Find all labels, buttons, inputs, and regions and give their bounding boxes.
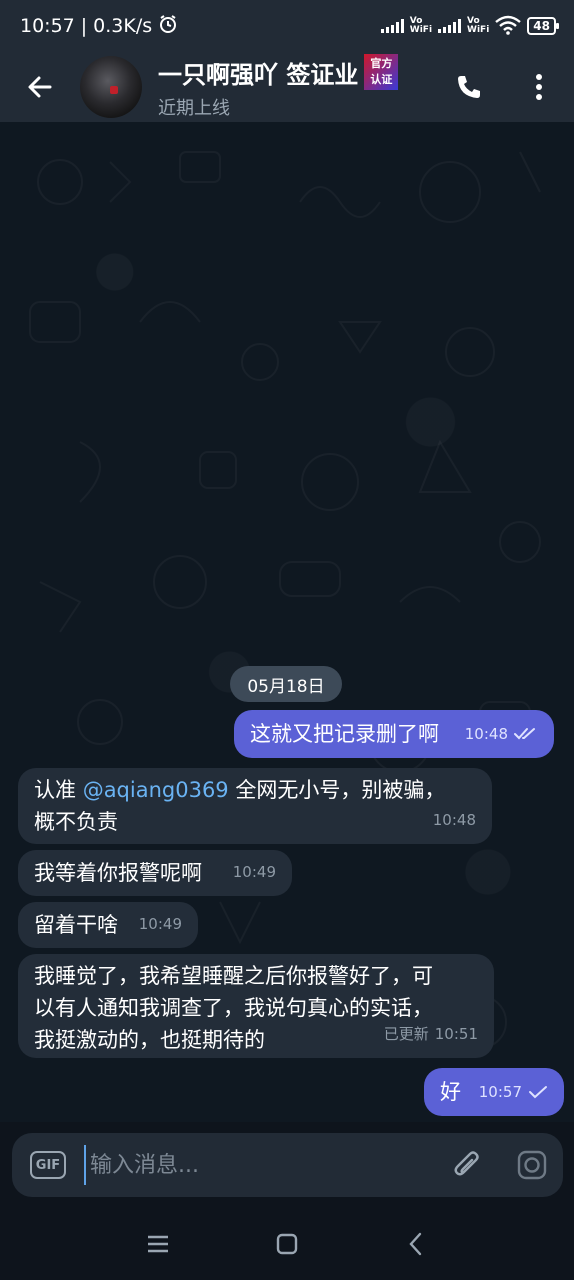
recent-apps-button[interactable] [138,1224,178,1264]
message-text: 好 [440,1080,461,1104]
incoming-message[interactable]: 我睡觉了，我希望睡醒之后你报警好了，可 以有人通知我调查了，我说句真心的实话， … [18,954,494,1058]
message-list[interactable]: 05月18日 这就又把记录删了啊 10:48 认准 @aqiang0369 全网… [0,122,574,1122]
message-text-part: 全网无小号，别被骗， [228,778,446,802]
incoming-message[interactable]: 我等着你报警呢啊 10:49 [18,850,292,896]
message-input[interactable] [84,1145,414,1185]
network-speed: 0.3K/s [93,15,153,37]
attach-button[interactable] [450,1147,486,1183]
mention-link[interactable]: @aqiang0369 [83,778,229,802]
home-square-icon [276,1233,298,1255]
verified-badge: 官方 认证 [364,54,399,90]
vowifi-label: WiFi [467,25,490,35]
badge-text: 官方 [370,57,393,70]
message-composer: GIF [12,1133,563,1197]
message-text: 我等着你报警呢啊 [34,861,202,885]
signal-icon [380,19,404,33]
message-text-line: 概不负责 [34,810,118,834]
incoming-message[interactable]: 认准 @aqiang0369 全网无小号，别被骗， 概不负责 10:48 [18,768,492,844]
wifi-icon [495,15,522,38]
outgoing-message[interactable]: 这就又把记录删了啊 10:48 [234,710,554,758]
message-time: 10:57 [478,1083,522,1101]
more-options-button[interactable] [522,66,556,108]
chat-title[interactable]: 一只啊强吖 签证业 [158,55,358,90]
vowifi-icon: Vo WiFi [467,17,489,35]
camera-icon [517,1150,547,1180]
message-text-line: 我睡觉了，我希望睡醒之后你报警好了，可 [34,964,433,988]
camera-button[interactable] [514,1147,550,1183]
chat-header: 一只啊强吖 签证业 官方 认证 近期上线 [0,52,574,122]
system-back-button[interactable] [396,1224,436,1264]
alarm-icon [158,14,178,39]
home-button[interactable] [267,1224,307,1264]
status-divider: | [80,15,88,37]
message-text: 这就又把记录删了啊 [250,722,439,746]
menu-icon [148,1235,168,1253]
badge-text: 认证 [370,73,393,86]
status-bar: 10:57 | 0.3K/s Vo WiFi Vo WiFi 48 [0,0,574,52]
paperclip-icon [454,1151,479,1176]
avatar[interactable] [80,56,142,118]
message-time: 10:49 [232,863,276,881]
chevron-left-icon [409,1232,422,1256]
signal-icon [438,19,462,33]
status-time: 10:57 [20,15,75,37]
system-nav-bar [0,1206,574,1280]
message-text-part: 认准 [34,778,83,802]
date-separator: 05月18日 [230,666,342,702]
double-check-icon [514,728,535,740]
call-button[interactable] [448,66,490,108]
edited-label: 已更新 [383,1025,429,1043]
back-arrow-icon [28,76,52,98]
outgoing-message[interactable]: 好 10:57 [424,1068,564,1116]
back-button[interactable] [0,52,80,122]
message-time: 10:48 [432,811,476,829]
message-text: 认准 @aqiang0369 全网无小号，别被骗， [34,774,476,806]
vowifi-label: WiFi [409,25,433,35]
message-time: 10:51 [434,1025,478,1043]
phone-icon [458,76,480,98]
last-seen-status: 近期上线 [158,98,230,119]
message-text: 留着干啥 [34,913,118,937]
battery-level: 48 [533,19,550,33]
vowifi-icon: Vo WiFi [410,17,432,35]
incoming-message[interactable]: 留着干啥 10:49 [18,902,198,948]
message-time: 10:48 [464,725,508,743]
check-icon [529,1086,547,1099]
message-time: 10:49 [138,915,182,933]
more-vertical-icon [536,74,542,100]
battery-icon: 48 [527,17,559,35]
gif-button[interactable]: GIF [30,1151,66,1179]
